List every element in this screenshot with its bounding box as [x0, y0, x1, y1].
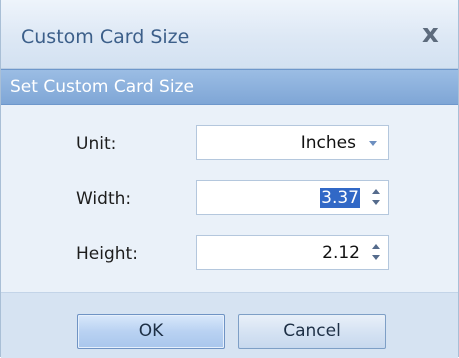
- unit-dropdown[interactable]: Inches: [196, 125, 389, 160]
- dialog-title: Custom Card Size: [21, 26, 190, 48]
- height-spinner[interactable]: [370, 241, 382, 265]
- close-icon[interactable]: x: [422, 21, 439, 47]
- width-value[interactable]: 3.37: [320, 188, 360, 208]
- width-selected-text[interactable]: 3.37: [320, 188, 360, 208]
- chevron-down-icon[interactable]: [369, 141, 377, 146]
- button-bar: OK Cancel: [1, 292, 458, 358]
- width-label: Width:: [76, 189, 132, 209]
- height-label: Height:: [76, 244, 138, 264]
- unit-label: Unit:: [76, 134, 117, 154]
- section-header: Set Custom Card Size: [1, 69, 458, 105]
- spin-down-icon[interactable]: [372, 200, 380, 205]
- section-header-label: Set Custom Card Size: [10, 77, 194, 97]
- spin-down-icon[interactable]: [372, 255, 380, 260]
- cancel-button[interactable]: Cancel: [238, 314, 386, 349]
- unit-dropdown-value: Inches: [300, 133, 356, 153]
- height-value[interactable]: 2.12: [322, 243, 360, 263]
- ok-button[interactable]: OK: [77, 314, 225, 349]
- custom-card-size-dialog: Custom Card Size x Set Custom Card Size …: [0, 0, 459, 358]
- width-input[interactable]: 3.37: [196, 180, 389, 215]
- spin-up-icon[interactable]: [372, 244, 380, 249]
- title-bar: Custom Card Size x: [1, 0, 458, 69]
- width-spinner[interactable]: [370, 186, 382, 210]
- spin-up-icon[interactable]: [372, 189, 380, 194]
- height-input[interactable]: 2.12: [196, 235, 389, 270]
- form-area: Unit: Inches Width: 3.37 Height: 2.12: [1, 105, 458, 292]
